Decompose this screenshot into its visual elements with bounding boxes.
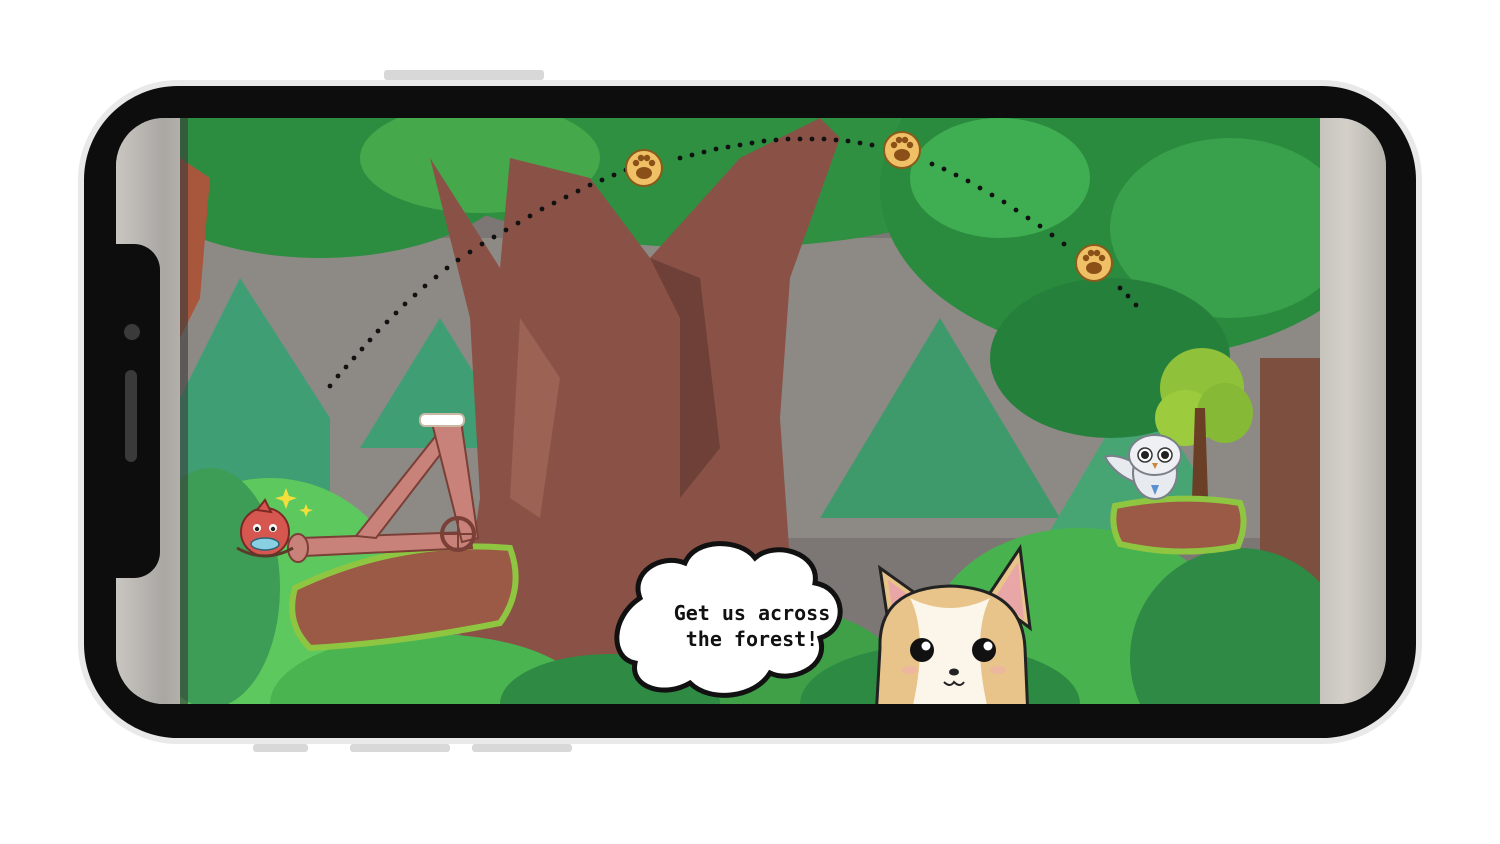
paw-coin-3[interactable] xyxy=(1075,244,1113,282)
speech-bubble-text: Get us across the forest! xyxy=(673,601,831,651)
side-button-3 xyxy=(472,744,572,752)
earpiece-speaker xyxy=(125,370,137,462)
side-button-1 xyxy=(253,744,308,752)
front-camera-icon xyxy=(124,324,140,340)
goal-island xyxy=(1110,495,1247,555)
side-button-2 xyxy=(350,744,450,752)
volume-button-top xyxy=(384,70,544,80)
game-left-edge xyxy=(180,118,188,704)
paw-coin-2[interactable] xyxy=(883,131,921,169)
paw-coin-1[interactable] xyxy=(625,149,663,187)
canopy-highlight-2 xyxy=(910,118,1090,238)
